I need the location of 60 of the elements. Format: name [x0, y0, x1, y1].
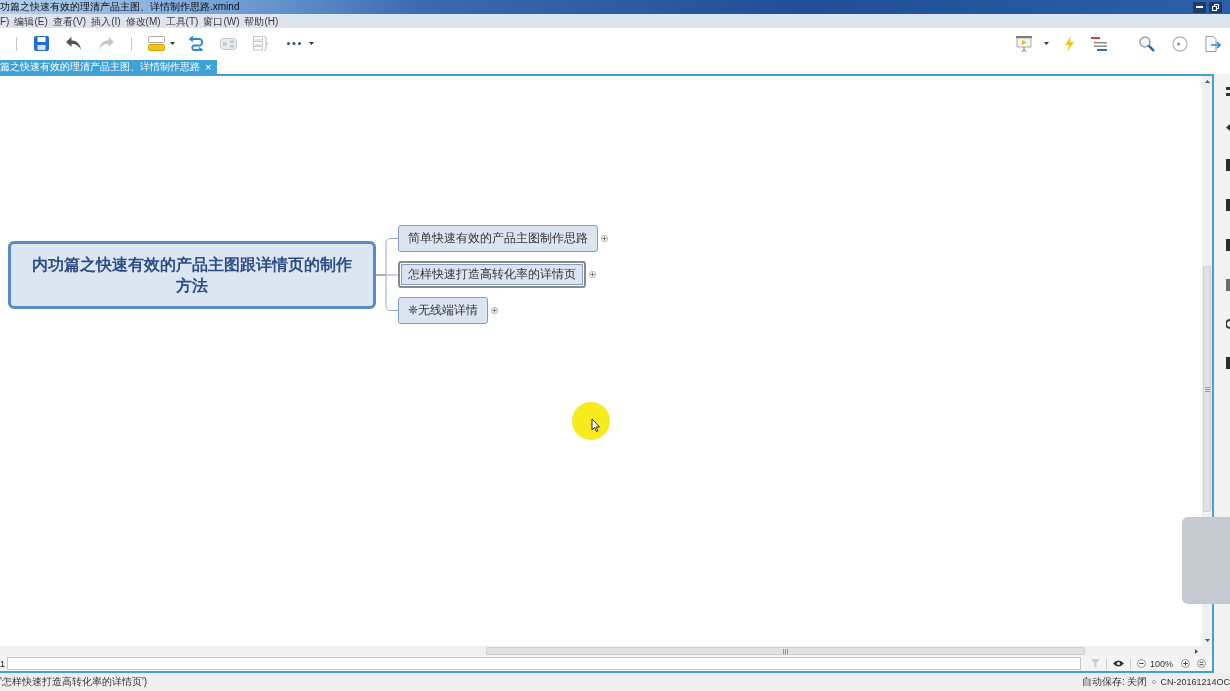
presentation-icon[interactable] — [1016, 35, 1032, 52]
curved-arrows-icon[interactable] — [189, 36, 204, 51]
horizontal-scrollbar[interactable] — [0, 646, 1212, 656]
more-icon[interactable] — [287, 42, 301, 45]
caret-icon[interactable] — [1044, 42, 1049, 45]
status-dot-icon — [1152, 680, 1157, 684]
ring-icon — [1226, 319, 1230, 329]
topic-node[interactable]: 简单快速有效的产品主图制作思路 — [398, 225, 598, 252]
central-topic[interactable]: 内功篇之快速有效的产品主图跟详情页的制作方法 — [8, 241, 376, 309]
menu-item[interactable]: 插入(I) — [91, 14, 121, 28]
bar-icon — [1226, 279, 1230, 291]
menu-item[interactable]: 编辑(E) — [14, 14, 48, 28]
caret-icon[interactable] — [170, 42, 175, 45]
menu-item[interactable]: 帮助(H) — [244, 14, 279, 28]
scrollbar-thumb[interactable] — [1203, 266, 1211, 512]
arrow-down-icon[interactable] — [1204, 639, 1210, 642]
save-icon[interactable] — [34, 36, 49, 51]
zoom-out-icon[interactable] — [1137, 659, 1147, 668]
zoom-in-icon[interactable] — [1181, 659, 1191, 668]
menu-item[interactable]: 窗口(W) — [203, 14, 240, 28]
topic-node[interactable]: ❈无线端详情 — [398, 297, 488, 324]
bar-icon — [1226, 239, 1230, 251]
scrollbar-thumb[interactable] — [486, 647, 1085, 655]
dot-circle-icon[interactable] — [1172, 35, 1188, 52]
expand-icon[interactable] — [601, 235, 608, 242]
expand-icon[interactable] — [589, 271, 596, 278]
autosave-status: 自动保存: 关闭 — [1081, 675, 1148, 689]
input-field[interactable] — [6, 657, 1082, 670]
topic-node[interactable]: 怎样快速打造高转化率的详情页 — [398, 261, 586, 288]
arrow-right-icon[interactable] — [1195, 648, 1198, 654]
eye-icon[interactable] — [1113, 660, 1125, 667]
grip-icon — [783, 648, 788, 654]
bar-icon — [1226, 199, 1230, 211]
search-icon[interactable] — [1139, 35, 1155, 52]
grip-icon — [1204, 386, 1210, 392]
export-icon[interactable] — [1205, 35, 1221, 52]
expand-icon[interactable] — [491, 307, 498, 314]
menu-item[interactable]: 工具(T) — [165, 14, 199, 28]
arrow-left-icon — [1226, 124, 1230, 131]
undo-icon[interactable] — [66, 37, 81, 50]
menu-item[interactable]: F) — [0, 14, 10, 28]
equals-circle-icon[interactable] — [1197, 659, 1206, 668]
caret-icon[interactable] — [309, 42, 314, 45]
pointer-icon — [572, 402, 610, 440]
restore-button[interactable] — [1209, 1, 1222, 13]
squares-icon — [1226, 87, 1230, 96]
window-title: 功篇之快速有效的理清产品主图、详情制作思路.xmind — [0, 0, 240, 14]
menu-item[interactable]: 修改(M) — [125, 14, 161, 28]
minimize-button[interactable] — [1193, 1, 1206, 13]
menu-item[interactable]: 查看(V) — [52, 14, 87, 28]
minimize-icon — [1196, 6, 1203, 8]
arrow-up-icon[interactable] — [1204, 80, 1210, 83]
lines-icon[interactable] — [1091, 36, 1107, 51]
bar-icon — [1226, 357, 1230, 369]
restore-icon — [1212, 3, 1219, 11]
zoom-level: 100% — [1150, 658, 1174, 669]
page-number: 1 — [0, 658, 6, 669]
bar-icon — [1226, 159, 1230, 171]
status-message: '怎样快速打造高转化率的详情页') — [0, 675, 148, 689]
computer-name: CN-20161214OC — [1160, 677, 1230, 687]
